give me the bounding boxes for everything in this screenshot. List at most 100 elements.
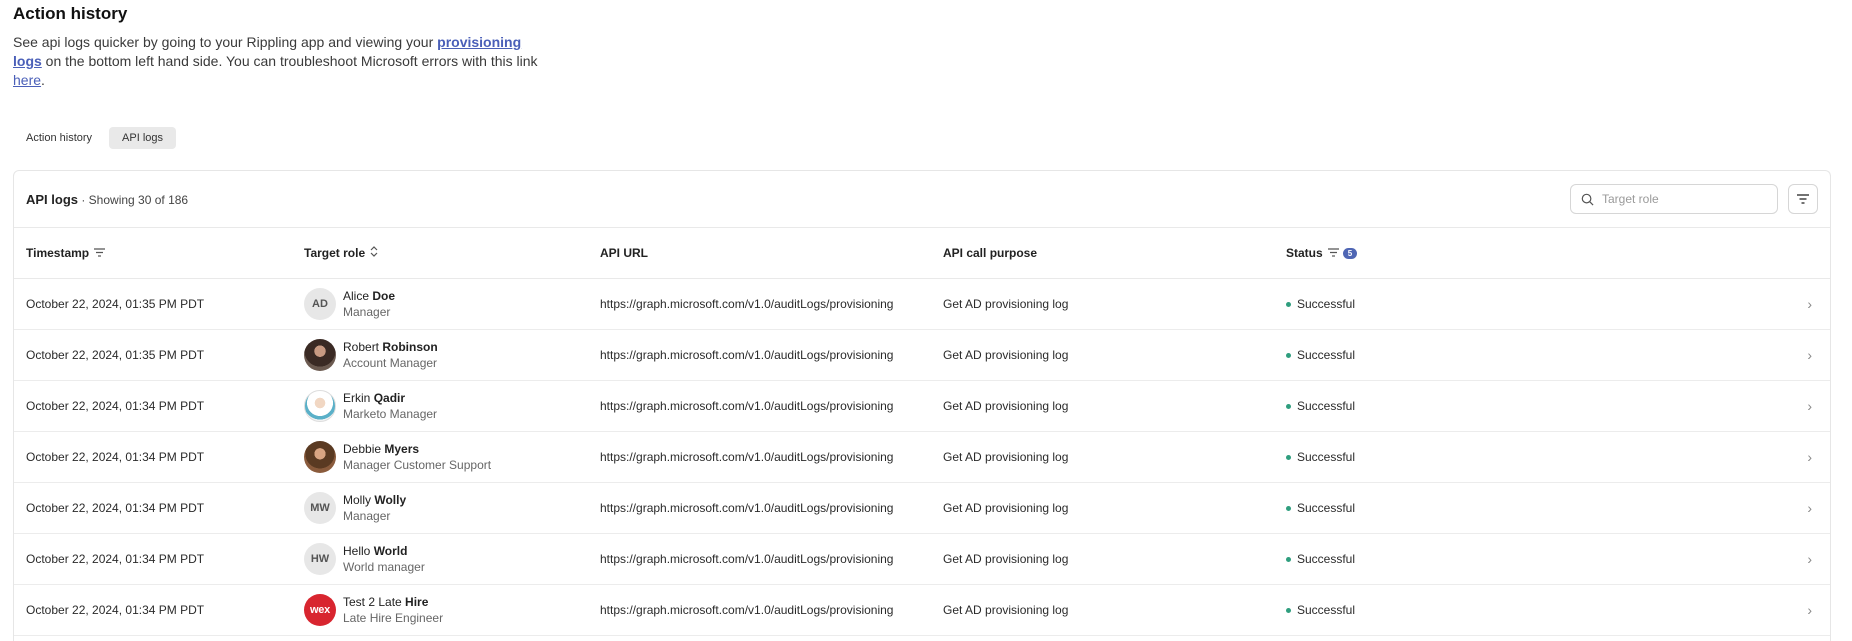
role-text: Alice Doe Manager	[343, 288, 395, 320]
role-text: Erkin Qadir Marketo Manager	[343, 390, 437, 422]
row-chevron-cell[interactable]: ›	[1694, 533, 1830, 585]
chevron-right-icon[interactable]: ›	[1807, 296, 1812, 312]
table-row[interactable]: October 22, 2024, 01:34 PM PDT Debbie Mye…	[14, 431, 1830, 483]
tab-action-history[interactable]: Action history	[13, 127, 105, 149]
role-title: Account Manager	[343, 356, 438, 370]
chevron-right-icon[interactable]: ›	[1807, 398, 1812, 414]
timestamp-cell: October 22, 2024, 01:34 PM PDT	[14, 380, 292, 432]
avatar	[304, 441, 336, 473]
api-url-cell: https://graph.microsoft.com/v1.0/auditLo…	[588, 278, 931, 330]
row-chevron-cell[interactable]: ›	[1694, 278, 1830, 330]
status-cell: Successful	[1274, 329, 1694, 381]
search-box[interactable]	[1570, 184, 1778, 214]
chevron-right-icon[interactable]: ›	[1807, 500, 1812, 516]
timestamp-cell: October 22, 2024, 01:34 PM PDT	[14, 482, 292, 534]
last-name: World	[373, 544, 408, 558]
role-text: Robert Robinson Account Manager	[343, 339, 438, 371]
chevron-right-icon[interactable]: ›	[1807, 449, 1812, 465]
role-text: Molly Wolly Manager	[343, 492, 406, 524]
api-url-cell: https://graph.microsoft.com/v1.0/auditLo…	[588, 584, 931, 636]
role-text: Test 2 Late Hire Late Hire Engineer	[343, 594, 443, 626]
column-timestamp[interactable]: Timestamp	[14, 228, 292, 279]
column-target-role[interactable]: Target role	[292, 228, 588, 279]
first-name: Test 2 Late	[343, 595, 406, 609]
purpose-cell: Get AD provisioning log	[931, 584, 1274, 636]
status-text: Successful	[1297, 450, 1356, 464]
status-text: Successful	[1297, 297, 1356, 311]
target-role-cell: MW Molly Wolly Manager	[292, 482, 588, 534]
status-text: Successful	[1297, 552, 1356, 566]
table-row[interactable]: October 22, 2024, 01:35 PM PDT AD Alice Do…	[14, 278, 1830, 330]
filter-icon[interactable]	[1327, 246, 1339, 260]
status-badge: Successful	[1286, 348, 1682, 362]
row-chevron-cell[interactable]: ›	[1694, 584, 1830, 636]
filter-icon[interactable]	[94, 246, 106, 260]
here-link[interactable]: here	[13, 72, 41, 88]
description-text: See api logs quicker by going to your Ri…	[13, 34, 438, 50]
page-header: Action history See api logs quicker by g…	[13, 4, 553, 90]
row-chevron-cell[interactable]: ›	[1694, 380, 1830, 432]
status-cell: Successful	[1274, 431, 1694, 483]
column-target-role-label: Target role	[304, 245, 366, 260]
first-name: Molly	[343, 493, 375, 507]
subtabs: Action history API logs	[13, 127, 176, 149]
first-name: Erkin	[343, 391, 374, 405]
api-url-cell: https://graph.microsoft.com/v1.0/auditLo…	[588, 431, 931, 483]
last-name: Myers	[384, 442, 420, 456]
search-icon	[1581, 193, 1594, 205]
first-name: Robert	[343, 340, 383, 354]
avatar	[304, 390, 336, 422]
status-badge: Successful	[1286, 399, 1682, 413]
purpose-cell: Get AD provisioning log	[931, 380, 1274, 432]
provisioning-link[interactable]: provisioning	[437, 34, 521, 50]
row-chevron-cell[interactable]: ›	[1694, 482, 1830, 534]
table-row[interactable]: October 22, 2024, 01:34 PM PDT wex Test 2 …	[14, 584, 1830, 636]
column-timestamp-label: Timestamp	[26, 245, 90, 260]
chevron-right-icon[interactable]: ›	[1807, 602, 1812, 618]
table-row[interactable]: October 22, 2024, 01:34 PM PDT Erkin Qadi…	[14, 380, 1830, 432]
target-role: Erkin Qadir Marketo Manager	[304, 390, 576, 422]
target-role-cell: HW Hello World World manager	[292, 533, 588, 585]
role-text: Hello World World manager	[343, 543, 425, 575]
status-badge: Successful	[1286, 297, 1682, 311]
logs-link[interactable]: logs	[13, 53, 42, 69]
row-chevron-cell[interactable]: ›	[1694, 329, 1830, 381]
target-role-cell: Erkin Qadir Marketo Manager	[292, 380, 588, 432]
person-name: Alice Doe	[343, 288, 395, 304]
avatar: MW	[304, 492, 336, 524]
column-status[interactable]: Status 5	[1274, 228, 1694, 279]
avatar: AD	[304, 288, 336, 320]
table-row[interactable]: October 22, 2024, 01:34 PM PDT MW Molly Wo…	[14, 482, 1830, 534]
api-url-cell: https://graph.microsoft.com/v1.0/auditLo…	[588, 533, 931, 585]
role-title: World manager	[343, 560, 425, 574]
avatar: HW	[304, 543, 336, 575]
column-api-url: API URL	[588, 228, 931, 279]
role-title: Late Hire Engineer	[343, 611, 444, 625]
timestamp-cell: October 22, 2024, 01:35 PM PDT	[14, 278, 292, 330]
role-text: Debbie Myers Manager Customer Support	[343, 441, 491, 473]
first-name: Hello	[343, 544, 374, 558]
avatar: wex	[304, 594, 336, 626]
table-row[interactable]: October 22, 2024, 01:35 PM PDT Robert Rob…	[14, 329, 1830, 381]
status-badge: Successful	[1286, 552, 1682, 566]
status-cell: Successful	[1274, 533, 1694, 585]
sort-icon[interactable]	[370, 246, 378, 260]
purpose-cell: Get AD provisioning log	[931, 431, 1274, 483]
status-text: Successful	[1297, 501, 1356, 515]
timestamp-cell: October 22, 2024, 01:34 PM PDT	[14, 584, 292, 636]
search-input[interactable]	[1600, 191, 1764, 207]
table-row[interactable]: October 22, 2024, 01:34 PM PDT HW Hello Wo…	[14, 533, 1830, 585]
tab-api-logs[interactable]: API logs	[109, 127, 176, 149]
last-name: Robinson	[382, 340, 438, 354]
last-name: Doe	[372, 289, 396, 303]
status-filter-count-badge: 5	[1342, 247, 1358, 259]
target-role-cell: AD Alice Doe Manager	[292, 278, 588, 330]
chevron-right-icon[interactable]: ›	[1807, 347, 1812, 363]
row-chevron-cell[interactable]: ›	[1694, 431, 1830, 483]
filter-button[interactable]	[1788, 184, 1818, 214]
purpose-cell: Get AD provisioning log	[931, 329, 1274, 381]
status-cell: Successful	[1274, 278, 1694, 330]
api-url-cell: https://graph.microsoft.com/v1.0/auditLo…	[588, 482, 931, 534]
table-header-row: Timestamp Target role API URL API call p…	[14, 228, 1830, 279]
chevron-right-icon[interactable]: ›	[1807, 551, 1812, 567]
